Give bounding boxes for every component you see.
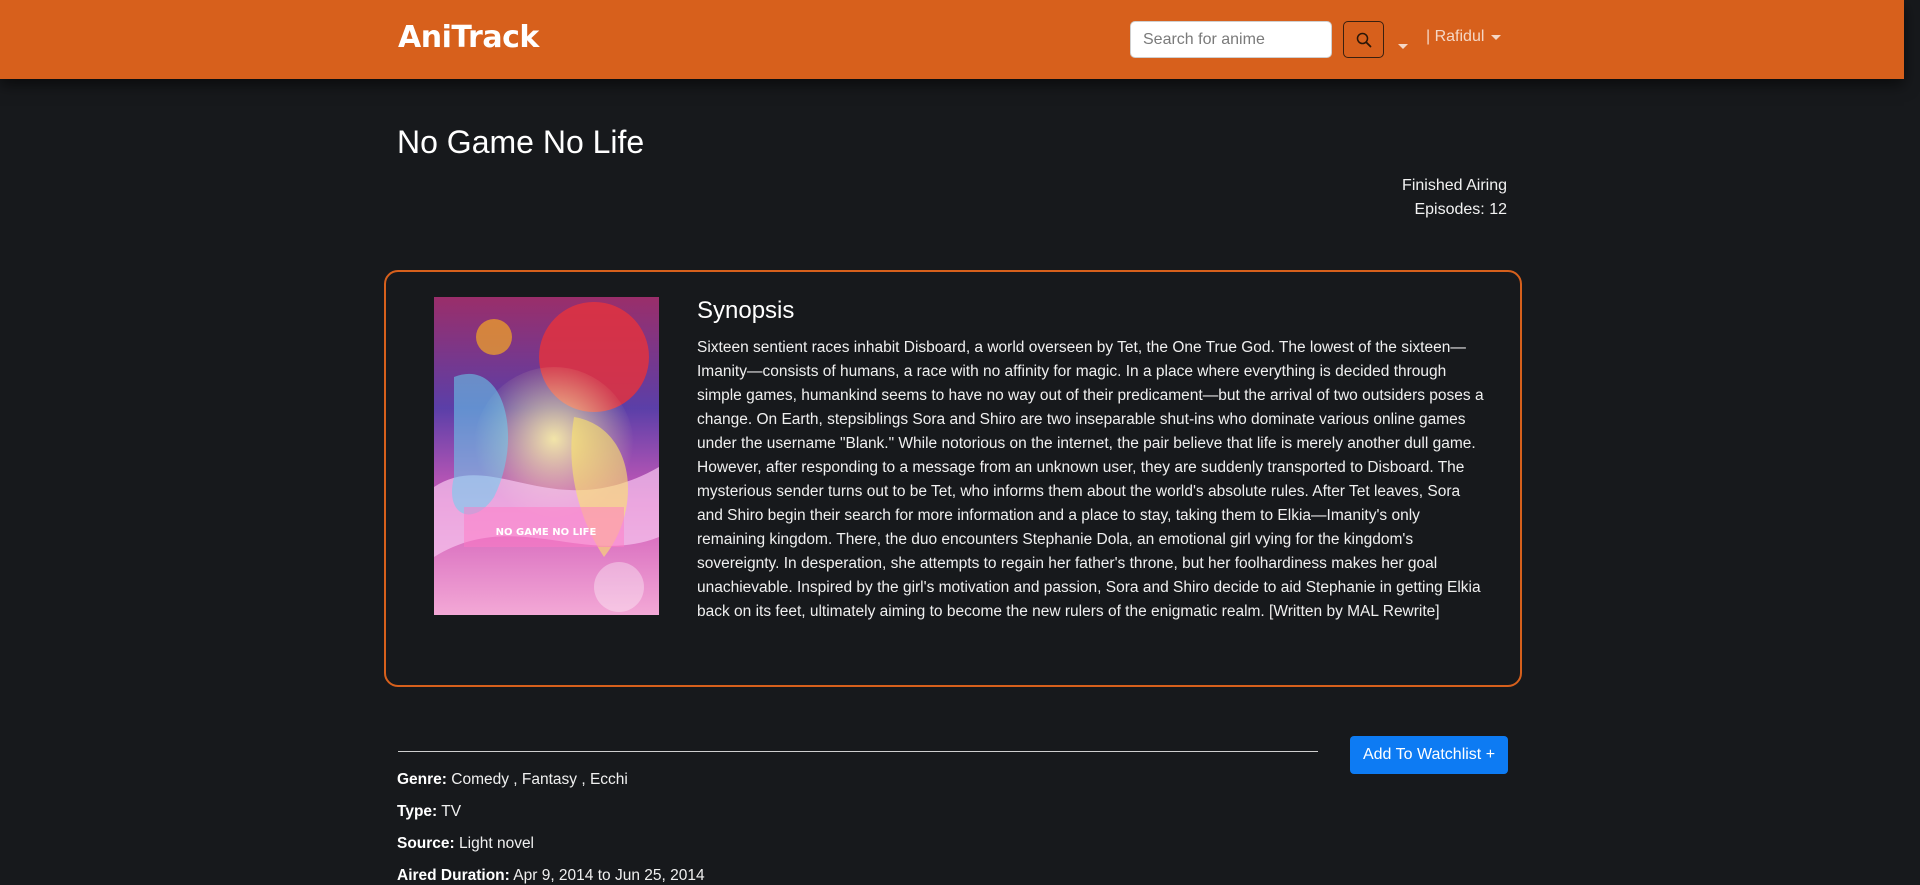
- type-label: Type:: [397, 803, 438, 820]
- info-card: NO GAME NO LIFE Synopsis Sixteen sentien…: [384, 270, 1522, 687]
- source-label: Source:: [397, 835, 455, 852]
- type-row: Type: TV: [397, 803, 461, 821]
- genre-label: Genre:: [397, 771, 447, 788]
- airing-status: Finished Airing: [1402, 177, 1507, 194]
- search-button[interactable]: [1343, 21, 1384, 58]
- synopsis-heading: Synopsis: [697, 297, 795, 324]
- add-to-watchlist-button[interactable]: Add To Watchlist +: [1350, 736, 1508, 774]
- menu-dropdown-toggle[interactable]: [1398, 36, 1408, 54]
- episode-count: Episodes: 12: [1414, 201, 1507, 218]
- section-divider: [398, 751, 1318, 752]
- search-icon: [1356, 32, 1371, 47]
- navbar: AniTrack | Rafidul: [0, 0, 1904, 79]
- anime-poster: NO GAME NO LIFE: [434, 297, 659, 615]
- aired-value: Apr 9, 2014 to Jun 25, 2014: [513, 867, 705, 884]
- source-value: Light novel: [459, 835, 535, 852]
- aired-row: Aired Duration: Apr 9, 2014 to Jun 25, 2…: [397, 867, 705, 885]
- chevron-down-icon: [1398, 44, 1408, 49]
- status-block: Finished Airing Episodes: 12: [1402, 174, 1507, 222]
- user-menu[interactable]: | Rafidul: [1426, 28, 1502, 46]
- source-row: Source: Light novel: [397, 835, 534, 853]
- genre-row: Genre: Comedy , Fantasy , Ecchi: [397, 771, 628, 789]
- aired-label: Aired Duration:: [397, 867, 510, 884]
- search-input[interactable]: [1130, 21, 1332, 58]
- brand-logo[interactable]: AniTrack: [398, 20, 539, 55]
- poster-art: NO GAME NO LIFE: [434, 297, 659, 615]
- genre-value: Comedy , Fantasy , Ecchi: [451, 771, 628, 788]
- user-name: | Rafidul: [1426, 28, 1485, 45]
- page-title: No Game No Life: [397, 124, 645, 160]
- type-value: TV: [441, 803, 462, 820]
- synopsis-text: Sixteen sentient races inhabit Disboard,…: [697, 339, 1484, 620]
- chevron-down-icon: [1491, 34, 1502, 40]
- poster-caption: NO GAME NO LIFE: [496, 527, 597, 538]
